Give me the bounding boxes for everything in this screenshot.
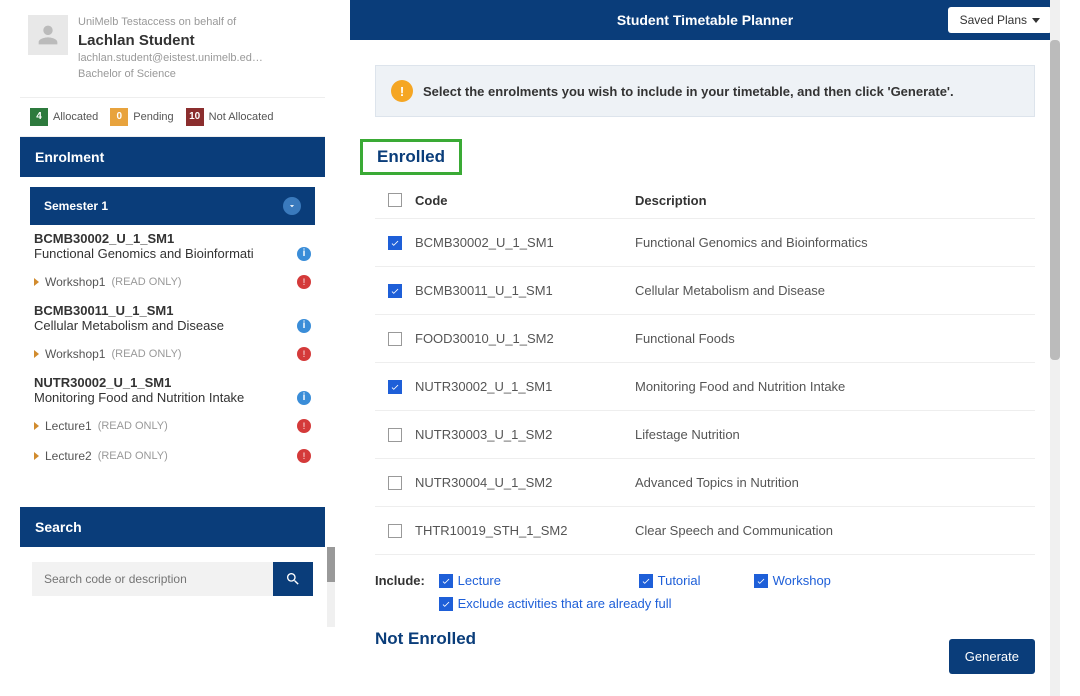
status-pending: 0 Pending xyxy=(110,108,173,126)
activity-row[interactable]: Lecture1(READ ONLY) ! xyxy=(20,411,325,441)
avatar xyxy=(28,15,68,55)
row-checkbox[interactable] xyxy=(388,380,402,394)
include-workshop[interactable]: Workshop xyxy=(754,573,831,588)
activity-row[interactable]: Workshop1(READ ONLY) ! xyxy=(20,267,325,297)
include-tutorial[interactable]: Tutorial xyxy=(639,573,754,588)
alert-icon: ! xyxy=(391,80,413,102)
main-scrollbar-thumb[interactable] xyxy=(1050,40,1060,360)
sidebar: UniMelb Testaccess on behalf of Lachlan … xyxy=(20,0,325,696)
row-desc: Clear Speech and Communication xyxy=(635,523,1035,538)
enrolled-heading: Enrolled xyxy=(360,139,462,175)
semester-toggle[interactable]: Semester 1 xyxy=(30,187,315,225)
status-allocated: 4 Allocated xyxy=(30,108,98,126)
info-icon[interactable]: i xyxy=(297,319,311,333)
include-exclude-full[interactable]: Exclude activities that are already full xyxy=(439,596,672,611)
search-icon xyxy=(285,571,301,587)
alert-text: Select the enrolments you wish to includ… xyxy=(423,84,954,99)
table-row: BCMB30011_U_1_SM1Cellular Metabolism and… xyxy=(375,267,1035,315)
search-input[interactable] xyxy=(32,562,273,596)
table-row: NUTR30003_U_1_SM2Lifestage Nutrition xyxy=(375,411,1035,459)
chevron-down-icon xyxy=(283,197,301,215)
alert-banner: ! Select the enrolments you wish to incl… xyxy=(375,65,1035,117)
row-code: NUTR30004_U_1_SM2 xyxy=(415,475,635,490)
row-desc: Lifestage Nutrition xyxy=(635,427,1035,442)
table-row: BCMB30002_U_1_SM1Functional Genomics and… xyxy=(375,219,1035,267)
generate-button[interactable]: Generate xyxy=(949,639,1035,674)
enrolment-item[interactable]: NUTR30002_U_1_SM1 Monitoring Food and Nu… xyxy=(20,369,325,411)
semester-label: Semester 1 xyxy=(44,199,108,213)
expand-icon xyxy=(34,278,39,286)
include-lecture[interactable]: Lecture xyxy=(439,573,639,588)
info-icon[interactable]: i xyxy=(297,391,311,405)
row-desc: Cellular Metabolism and Disease xyxy=(635,283,1035,298)
profile-block: UniMelb Testaccess on behalf of Lachlan … xyxy=(20,0,325,97)
enrolment-table: Code Description BCMB30002_U_1_SM1Functi… xyxy=(375,183,1035,555)
row-code: NUTR30003_U_1_SM2 xyxy=(415,427,635,442)
error-icon[interactable]: ! xyxy=(297,275,311,289)
expand-icon xyxy=(34,422,39,430)
caret-down-icon xyxy=(1032,18,1040,23)
row-code: NUTR30002_U_1_SM1 xyxy=(415,379,635,394)
exclude-full-checkbox[interactable] xyxy=(439,597,453,611)
allocated-count: 4 xyxy=(30,108,48,126)
activity-row[interactable]: Lecture2(READ ONLY) ! xyxy=(20,441,325,471)
include-label: Include: xyxy=(375,573,435,588)
row-checkbox[interactable] xyxy=(388,332,402,346)
activity-row[interactable]: Workshop1(READ ONLY) ! xyxy=(20,339,325,369)
row-code: BCMB30011_U_1_SM1 xyxy=(415,283,635,298)
tutorial-checkbox[interactable] xyxy=(639,574,653,588)
error-icon[interactable]: ! xyxy=(297,449,311,463)
row-checkbox[interactable] xyxy=(388,284,402,298)
col-code-header: Code xyxy=(415,193,635,208)
info-icon[interactable]: i xyxy=(297,247,311,261)
profile-degree: Bachelor of Science xyxy=(78,67,317,82)
row-desc: Functional Foods xyxy=(635,331,1035,346)
row-checkbox[interactable] xyxy=(388,476,402,490)
profile-behalf: UniMelb Testaccess on behalf of xyxy=(78,15,317,30)
not-allocated-count: 10 xyxy=(186,108,204,126)
row-desc: Advanced Topics in Nutrition xyxy=(635,475,1035,490)
enrolment-item[interactable]: BCMB30002_U_1_SM1 Functional Genomics an… xyxy=(20,225,325,267)
table-row: FOOD30010_U_1_SM2Functional Foods xyxy=(375,315,1035,363)
profile-name: Lachlan Student xyxy=(78,30,317,51)
workshop-checkbox[interactable] xyxy=(754,574,768,588)
col-desc-header: Description xyxy=(635,193,1035,208)
search-scrollbar-thumb[interactable] xyxy=(327,547,335,582)
row-checkbox[interactable] xyxy=(388,524,402,538)
lecture-checkbox[interactable] xyxy=(439,574,453,588)
row-desc: Functional Genomics and Bioinformatics xyxy=(635,235,1035,250)
table-row: NUTR30004_U_1_SM2Advanced Topics in Nutr… xyxy=(375,459,1035,507)
enrolment-item[interactable]: BCMB30011_U_1_SM1 Cellular Metabolism an… xyxy=(20,297,325,339)
row-code: FOOD30010_U_1_SM2 xyxy=(415,331,635,346)
pending-count: 0 xyxy=(110,108,128,126)
table-header: Code Description xyxy=(375,183,1035,219)
row-desc: Monitoring Food and Nutrition Intake xyxy=(635,379,1035,394)
select-all-checkbox[interactable] xyxy=(388,193,402,207)
search-header: Search xyxy=(20,507,325,547)
error-icon[interactable]: ! xyxy=(297,347,311,361)
main-scrollbar[interactable] xyxy=(1050,0,1060,696)
table-row: THTR10019_STH_1_SM2Clear Speech and Comm… xyxy=(375,507,1035,555)
page-title: Student Timetable Planner xyxy=(617,12,793,28)
row-checkbox[interactable] xyxy=(388,428,402,442)
expand-icon xyxy=(34,452,39,460)
main-panel: Student Timetable Planner Saved Plans ! … xyxy=(350,0,1060,696)
profile-email: lachlan.student@eistest.unimelb.ed… xyxy=(78,51,317,66)
status-row: 4 Allocated 0 Pending 10 Not Allocated xyxy=(20,97,325,137)
expand-icon xyxy=(34,350,39,358)
include-row: Include: Lecture Tutorial Workshop Exclu… xyxy=(375,573,1035,619)
enrolment-header: Enrolment xyxy=(20,137,325,177)
row-checkbox[interactable] xyxy=(388,236,402,250)
table-row: NUTR30002_U_1_SM1Monitoring Food and Nut… xyxy=(375,363,1035,411)
row-code: THTR10019_STH_1_SM2 xyxy=(415,523,635,538)
row-code: BCMB30002_U_1_SM1 xyxy=(415,235,635,250)
status-not-allocated: 10 Not Allocated xyxy=(186,108,274,126)
error-icon[interactable]: ! xyxy=(297,419,311,433)
not-enrolled-heading: Not Enrolled xyxy=(375,629,1035,649)
topbar: Student Timetable Planner Saved Plans xyxy=(350,0,1060,40)
saved-plans-button[interactable]: Saved Plans xyxy=(948,7,1052,33)
search-button[interactable] xyxy=(273,562,313,596)
